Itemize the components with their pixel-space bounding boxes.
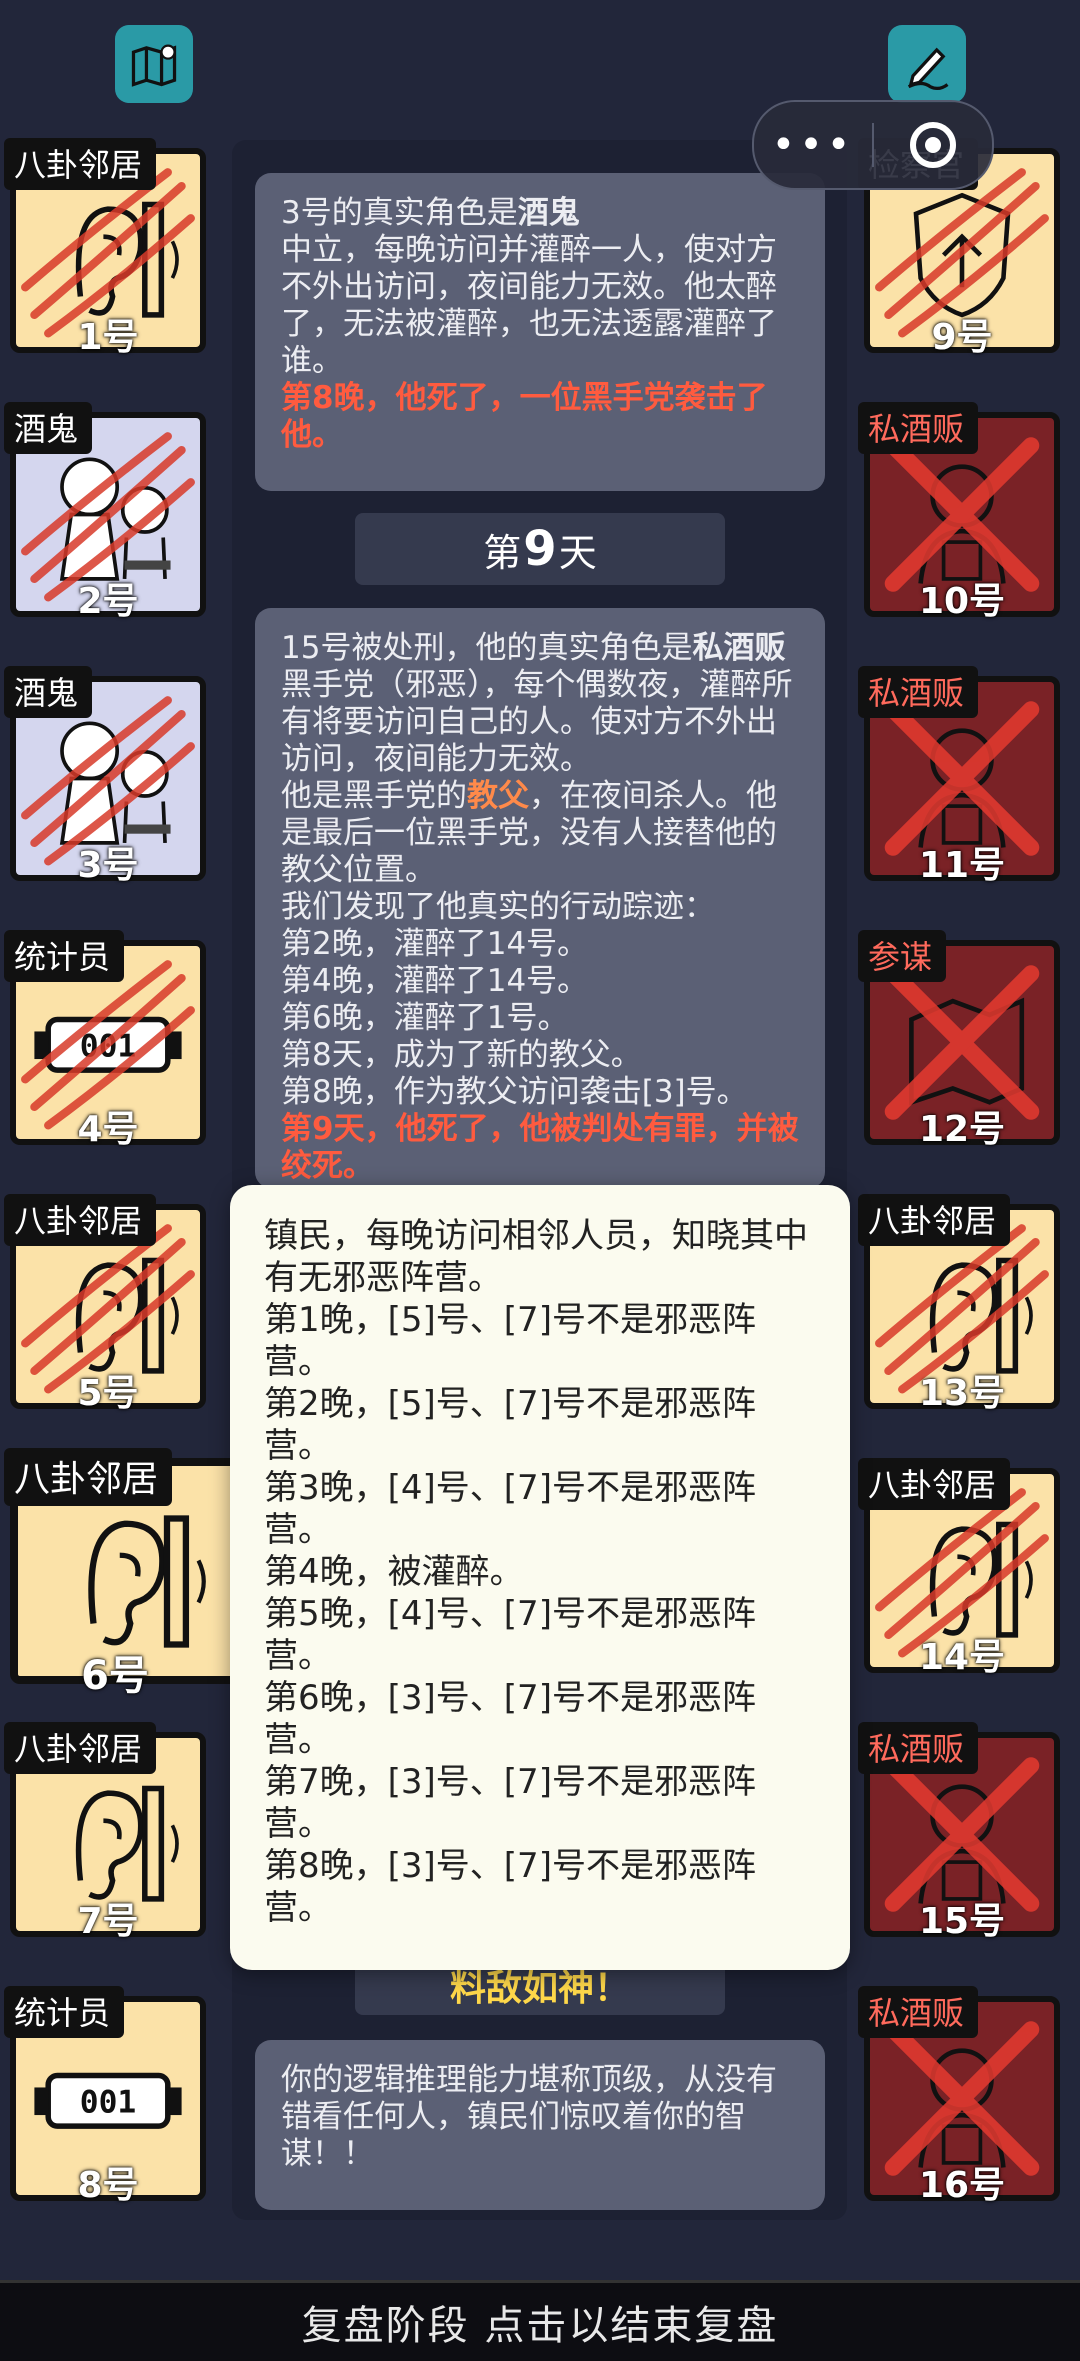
player-number: 13号	[918, 1373, 1006, 1414]
log-message-3: 你的逻辑推理能力堪称顶级，从没有错看任何人，镇民们惊叹着你的智谋！！	[255, 2040, 825, 2210]
player-number: 11号	[918, 845, 1006, 886]
popup-line: 第8晚，[3]号、[7]号不是邪恶阵营。	[264, 1846, 756, 1928]
end-review-button[interactable]: 复盘阶段 点击以结束复盘	[0, 2280, 1080, 2361]
player-number: 1号	[77, 317, 139, 358]
player-role-label: 私酒贩	[858, 1986, 979, 2038]
player-number: 7号	[77, 1901, 139, 1942]
player-number: 2号	[77, 581, 139, 622]
player-role-label: 八卦邻居	[4, 1722, 157, 1774]
player-card-14[interactable]: 八卦邻居 14号	[854, 1458, 1064, 1678]
player-card-6[interactable]: 八卦邻居 6号	[0, 1448, 240, 1699]
player-card-8[interactable]: 001 统计员 8号	[0, 1986, 210, 2206]
player-role-label: 八卦邻居	[4, 1448, 173, 1506]
popup-line: 第5晚，[4]号、[7]号不是邪恶阵营。	[264, 1594, 756, 1676]
player-role-label: 酒鬼	[4, 666, 93, 718]
player-role-label: 私酒贩	[858, 1722, 979, 1774]
player-card-12[interactable]: 参谋 12号	[854, 930, 1064, 1150]
map-icon	[131, 44, 177, 87]
player-card-4[interactable]: 001 统计员 4号	[0, 930, 210, 1150]
role-detail-popup[interactable]: 镇民，每晚访问相邻人员，知晓其中有无邪恶阵营。 第1晚，[5]号、[7]号不是邪…	[230, 1185, 850, 1970]
popup-line: 镇民，每晚访问相邻人员，知晓其中有无邪恶阵营。	[264, 1216, 808, 1298]
player-role-label: 私酒贩	[858, 402, 979, 454]
player-card-13[interactable]: 八卦邻居 13号	[854, 1194, 1064, 1414]
popup-line: 第1晚，[5]号、[7]号不是邪恶阵营。	[264, 1300, 756, 1382]
player-number: 10号	[918, 581, 1006, 622]
mini-program-capsule[interactable]: •••	[752, 100, 994, 190]
player-number: 15号	[918, 1901, 1006, 1942]
player-role-label: 八卦邻居	[858, 1194, 1011, 1246]
player-card-15[interactable]: 私酒贩 15号	[854, 1722, 1064, 1942]
player-number: 6号	[81, 1653, 149, 1699]
pencil-icon	[907, 47, 949, 91]
player-role-label: 八卦邻居	[4, 1194, 157, 1246]
log-message-2: 15号被处刑，他的真实角色是私酒贩 黑手党（邪恶），每个偶数夜，灌醉所有将要访问…	[255, 608, 825, 1188]
player-card-1[interactable]: 八卦邻居 1号	[0, 138, 210, 358]
popup-line: 第2晚，[5]号、[7]号不是邪恶阵营。	[264, 1384, 756, 1466]
player-role-label: 八卦邻居	[858, 1458, 1011, 1510]
player-role-label: 私酒贩	[858, 666, 979, 718]
log-message-1: 3号的真实角色是酒鬼 中立，每晚访问并灌醉一人，使对方不外出访问，夜间能力无效。…	[255, 173, 825, 491]
player-number: 8号	[77, 2165, 139, 2206]
map-button[interactable]	[115, 25, 193, 103]
popup-line: 第4晚，被灌醉。	[264, 1552, 524, 1592]
more-icon[interactable]: •••	[754, 125, 872, 165]
player-number: 4号	[77, 1109, 139, 1150]
player-card-11[interactable]: 私酒贩 11号	[854, 666, 1064, 886]
player-card-7[interactable]: 八卦邻居 7号	[0, 1722, 210, 1942]
player-number: 9号	[931, 317, 993, 358]
player-role-label: 八卦邻居	[4, 138, 157, 190]
notes-button[interactable]	[888, 25, 966, 103]
player-card-2[interactable]: 酒鬼 2号	[0, 402, 210, 622]
player-number: 3号	[77, 845, 139, 886]
popup-line: 第3晚，[4]号、[7]号不是邪恶阵营。	[264, 1468, 756, 1550]
player-number: 14号	[918, 1637, 1006, 1678]
player-card-3[interactable]: 酒鬼 3号	[0, 666, 210, 886]
player-card-5[interactable]: 八卦邻居 5号	[0, 1194, 210, 1414]
day-divider: 第9天	[355, 513, 725, 585]
player-role-label: 统计员	[4, 1986, 125, 2038]
player-role-label: 酒鬼	[4, 402, 93, 454]
popup-line: 第6晚，[3]号、[7]号不是邪恶阵营。	[264, 1678, 756, 1760]
player-role-label: 参谋	[858, 930, 947, 982]
player-number: 16号	[918, 2165, 1006, 2206]
player-role-label: 统计员	[4, 930, 125, 982]
close-target-icon[interactable]	[874, 122, 992, 168]
svg-text:001: 001	[80, 2084, 136, 2120]
player-number: 12号	[918, 1109, 1006, 1150]
player-number: 5号	[77, 1373, 139, 1414]
player-card-16[interactable]: 私酒贩 16号	[854, 1986, 1064, 2206]
popup-line: 第7晚，[3]号、[7]号不是邪恶阵营。	[264, 1762, 756, 1844]
player-card-10[interactable]: 私酒贩 10号	[854, 402, 1064, 622]
